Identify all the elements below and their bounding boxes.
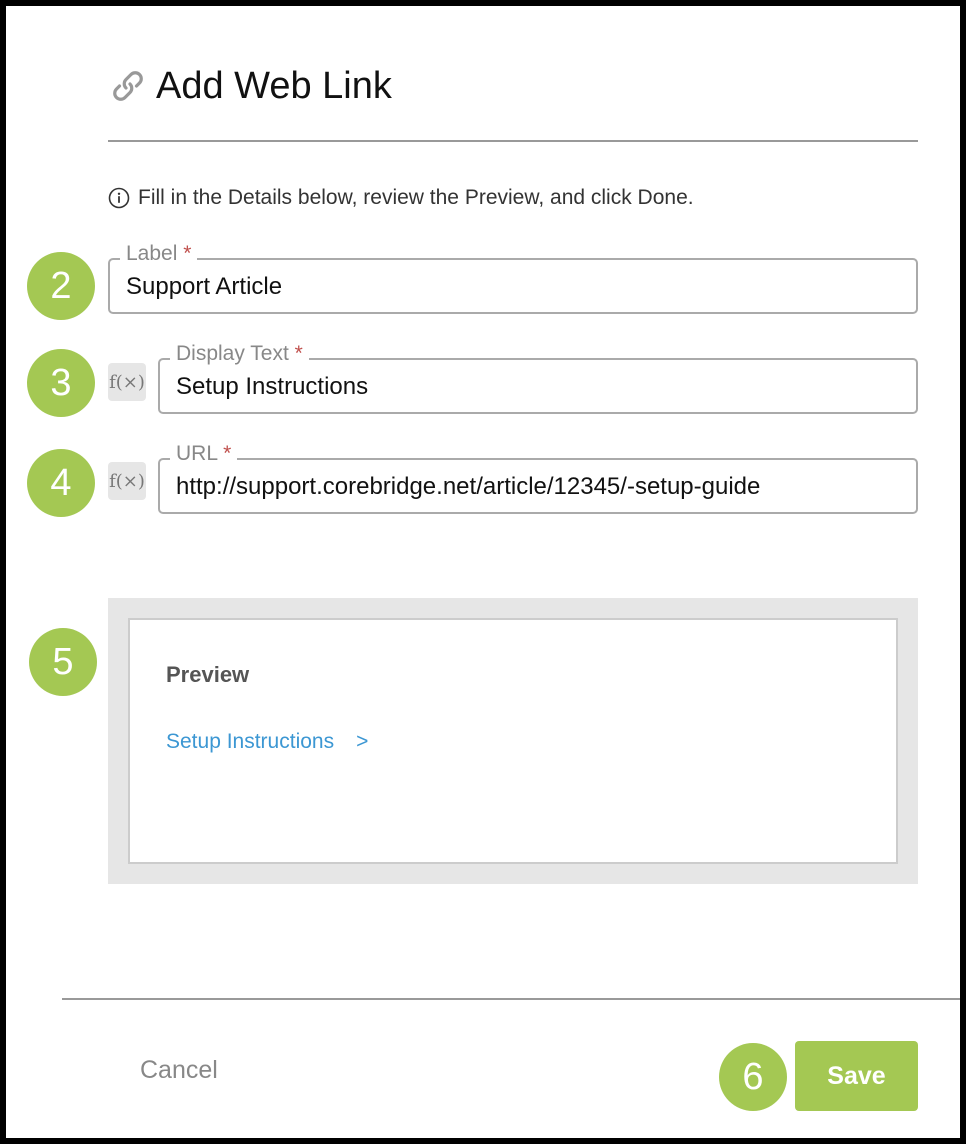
step-badge-5: 5 [29, 628, 97, 696]
url-formula-button[interactable]: f(×) [108, 462, 146, 500]
display-text-input[interactable] [176, 372, 904, 402]
preview-link[interactable]: Setup Instructions > [166, 730, 368, 754]
preview-link-text[interactable]: Setup Instructions [166, 730, 334, 754]
chevron-right-icon: > [356, 730, 369, 753]
link-icon [113, 71, 143, 101]
preview-title: Preview [166, 662, 250, 687]
required-mark: * [183, 242, 192, 265]
function-icon: f(×) [109, 470, 145, 492]
info-icon [108, 187, 130, 209]
display-text-formula-button[interactable]: f(×) [108, 363, 146, 401]
page-title: Add Web Link [156, 64, 392, 107]
cancel-button[interactable]: Cancel [140, 1056, 218, 1085]
step-badge-4: 4 [27, 449, 95, 517]
url-field[interactable]: URL * [158, 442, 918, 514]
url-input[interactable] [176, 472, 904, 502]
display-text-field[interactable]: Display Text * [158, 342, 918, 414]
step-badge-6: 6 [719, 1043, 787, 1111]
label-field[interactable]: Label * [108, 242, 918, 314]
footer-divider [62, 998, 960, 1000]
display-text-field-label: Display Text * [170, 342, 309, 366]
label-input[interactable] [126, 272, 904, 302]
function-icon: f(×) [109, 371, 145, 393]
dialog-header: Add Web Link [108, 58, 392, 114]
add-web-link-dialog: Add Web Link Fill in the Details below, … [6, 6, 960, 1138]
required-mark: * [294, 342, 303, 365]
preview-panel: Preview Setup Instructions > [108, 598, 918, 884]
instructions: Fill in the Details below, review the Pr… [108, 186, 694, 210]
preview-card: Preview Setup Instructions > [128, 618, 898, 864]
save-button[interactable]: Save [795, 1041, 918, 1111]
required-mark: * [223, 442, 232, 465]
step-badge-3: 3 [27, 349, 95, 417]
step-badge-2: 2 [27, 252, 95, 320]
label-field-label: Label * [120, 242, 198, 266]
header-divider [108, 140, 918, 142]
url-field-label: URL * [170, 442, 238, 466]
instructions-text: Fill in the Details below, review the Pr… [138, 186, 694, 209]
